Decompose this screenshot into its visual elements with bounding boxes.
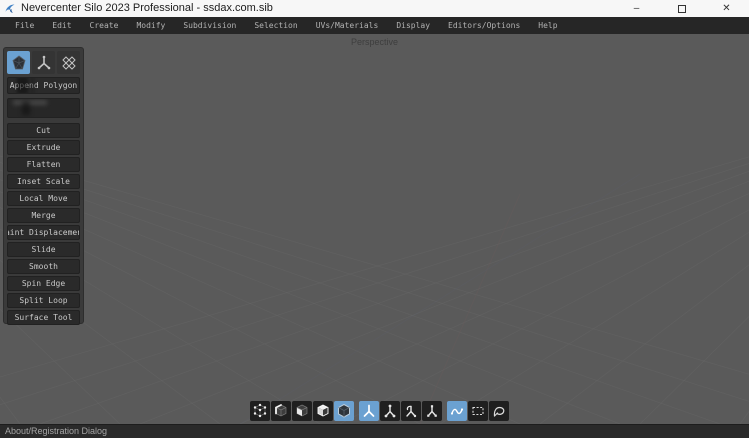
- perspective-grid: [0, 34, 749, 424]
- maximize-button[interactable]: [659, 0, 704, 17]
- menu-modify[interactable]: Modify: [127, 17, 174, 34]
- diamonds-icon: [60, 54, 78, 72]
- status-text: About/Registration Dialog: [5, 426, 107, 436]
- multi-mode-button[interactable]: [334, 401, 354, 421]
- tool-button-flatten[interactable]: Flatten: [7, 157, 80, 172]
- menu-display[interactable]: Display: [387, 17, 439, 34]
- vertex-mode-icon: [252, 403, 268, 419]
- face-mode-icon: [294, 403, 310, 419]
- blur-artifact: [30, 77, 35, 94]
- close-button[interactable]: ✕: [704, 0, 749, 17]
- tool-button-list: Cut Extrude Flatten Inset Scale Local Mo…: [7, 123, 80, 325]
- edge-mode-icon: [273, 403, 289, 419]
- scale-manipulator-button[interactable]: [422, 401, 442, 421]
- blurred-tool-buttons: [7, 98, 80, 118]
- tool-button-paint-displacement[interactable]: Paint Displacement: [7, 225, 80, 240]
- tool-button-slide[interactable]: Slide: [7, 242, 80, 257]
- tab-polygon-tools[interactable]: [7, 51, 30, 74]
- tool-button-inset-scale[interactable]: Inset Scale: [7, 174, 80, 189]
- rect-select-button[interactable]: [468, 401, 488, 421]
- manipulator-group: [359, 401, 442, 421]
- tripod-icon: [35, 54, 53, 72]
- menu-uvs-materials[interactable]: UVs/Materials: [307, 17, 388, 34]
- tool-button-smooth[interactable]: Smooth: [7, 259, 80, 274]
- universal-manipulator-button[interactable]: [359, 401, 379, 421]
- rect-select-icon: [470, 403, 486, 419]
- soft-selection-icon: [449, 403, 465, 419]
- move-manipulator-button[interactable]: [380, 401, 400, 421]
- object-mode-button[interactable]: [313, 401, 333, 421]
- app-window: Nevercenter Silo 2023 Professional - ssd…: [0, 0, 749, 438]
- menu-selection[interactable]: Selection: [245, 17, 306, 34]
- blur-artifact: [17, 77, 28, 94]
- menubar: File Edit Create Modify Subdivision Sele…: [0, 17, 749, 34]
- lasso-select-button[interactable]: [489, 401, 509, 421]
- tool-button-merge[interactable]: Merge: [7, 208, 80, 223]
- viewport-mode-label: Perspective: [0, 37, 749, 47]
- soft-selection-button[interactable]: [447, 401, 467, 421]
- statusbar: About/Registration Dialog: [0, 424, 749, 438]
- tool-panel: Append Polygon Cut Extrude Flatten Inset…: [3, 47, 84, 324]
- vertex-mode-button[interactable]: [250, 401, 270, 421]
- menu-help[interactable]: Help: [529, 17, 566, 34]
- window-title: Nevercenter Silo 2023 Professional - ssd…: [21, 0, 614, 17]
- selection-mode-group: [250, 401, 354, 421]
- edge-mode-button[interactable]: [271, 401, 291, 421]
- tool-button-local-move[interactable]: Local Move: [7, 191, 80, 206]
- rotate-manipulator-icon: [403, 403, 419, 419]
- tool-button-cut[interactable]: Cut: [7, 123, 80, 138]
- bottom-toolbar: [250, 401, 509, 421]
- tool-panel-tabs: [7, 51, 80, 74]
- minimize-button[interactable]: –: [614, 0, 659, 17]
- blur-artifact: [13, 100, 47, 105]
- menu-file[interactable]: File: [6, 17, 43, 34]
- tool-button-extrude[interactable]: Extrude: [7, 140, 80, 155]
- multi-mode-icon: [336, 403, 352, 419]
- rotate-manipulator-button[interactable]: [401, 401, 421, 421]
- tab-manipulator-tools[interactable]: [32, 51, 55, 74]
- menu-subdivision[interactable]: Subdivision: [174, 17, 245, 34]
- tool-button-surface-tool[interactable]: Surface Tool: [7, 310, 80, 325]
- maximize-icon: [678, 5, 686, 13]
- scale-manipulator-icon: [424, 403, 440, 419]
- object-mode-icon: [315, 403, 331, 419]
- titlebar: Nevercenter Silo 2023 Professional - ssd…: [0, 0, 749, 17]
- window-controls: – ✕: [614, 0, 749, 17]
- face-mode-button[interactable]: [292, 401, 312, 421]
- tool-button-spin-edge[interactable]: Spin Edge: [7, 276, 80, 291]
- menu-editors-options[interactable]: Editors/Options: [439, 17, 529, 34]
- tool-button-append-polygon[interactable]: Append Polygon: [7, 77, 80, 94]
- tool-button-split-loop[interactable]: Split Loop: [7, 293, 80, 308]
- menu-create[interactable]: Create: [81, 17, 128, 34]
- menu-edit[interactable]: Edit: [43, 17, 80, 34]
- move-manipulator-icon: [382, 403, 398, 419]
- blur-artifact: [22, 101, 30, 115]
- universal-manipulator-icon: [361, 403, 377, 419]
- app-logo-icon: [4, 3, 16, 15]
- gem-icon: [10, 54, 28, 72]
- tab-uv-tools[interactable]: [57, 51, 80, 74]
- viewport-3d[interactable]: Perspective: [0, 34, 749, 424]
- lasso-select-icon: [491, 403, 507, 419]
- selection-style-group: [447, 401, 509, 421]
